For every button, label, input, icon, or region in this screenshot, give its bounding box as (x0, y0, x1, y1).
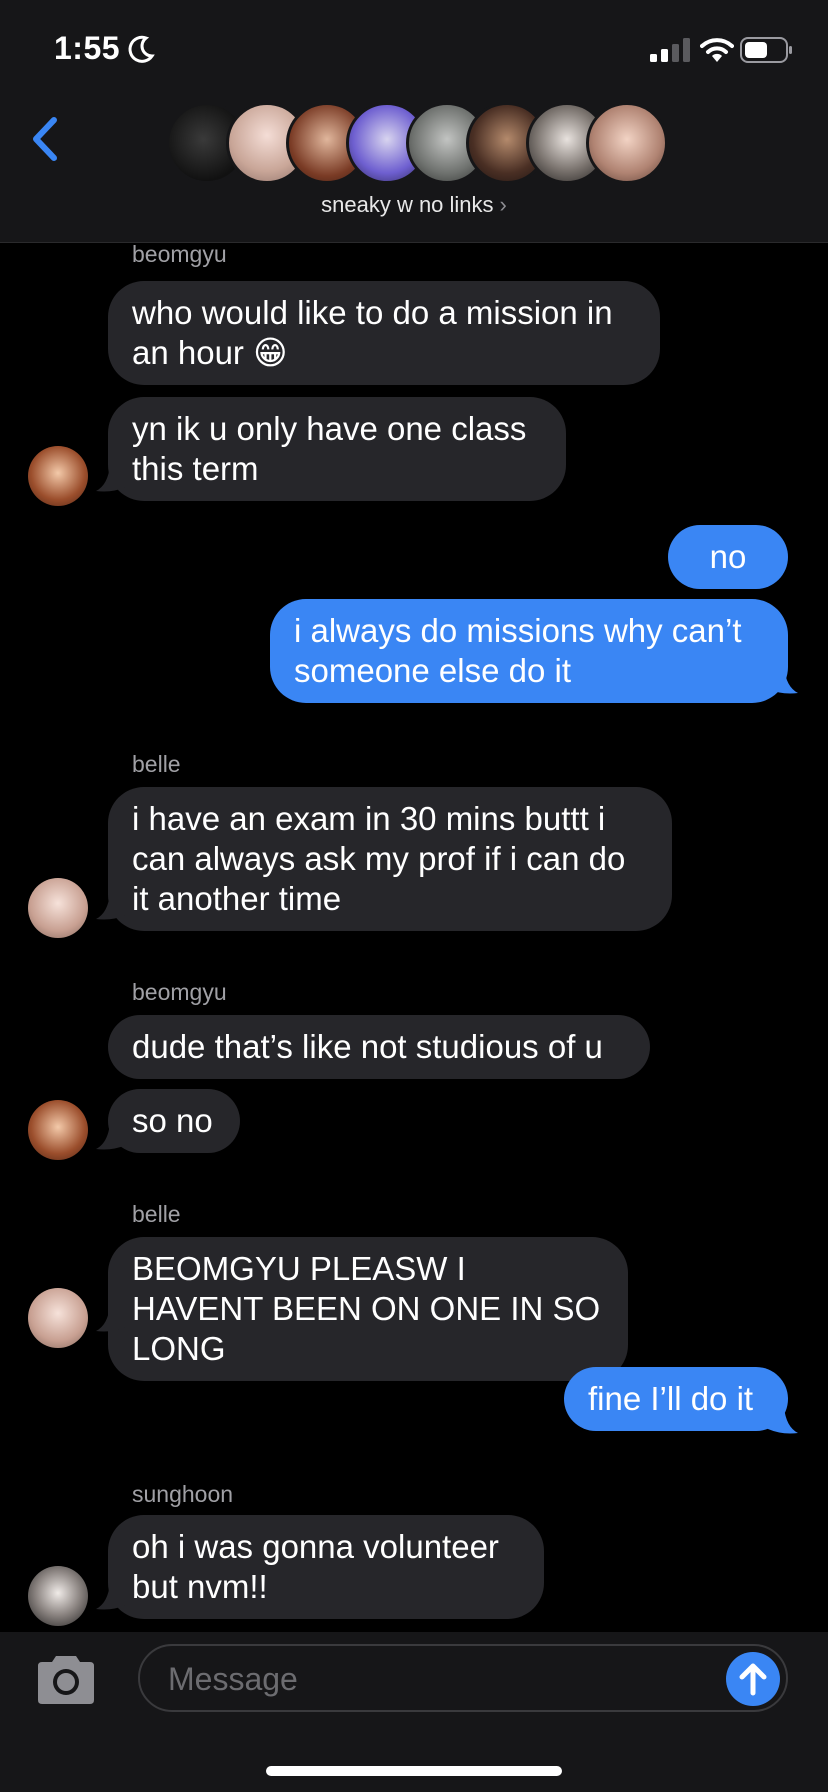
message-bubble-outgoing[interactable]: i always do missions why can’t someone e… (270, 599, 788, 703)
arrow-up-icon (739, 1663, 767, 1696)
camera-icon[interactable] (34, 1654, 98, 1706)
compose-bar (0, 1632, 828, 1792)
avatar (586, 102, 668, 184)
sender-name: sunghoon (132, 1481, 234, 1507)
battery-icon (740, 37, 792, 63)
send-button[interactable] (726, 1652, 780, 1706)
sender-name: belle (132, 751, 181, 777)
sender-avatar[interactable] (28, 1288, 88, 1348)
bubble-tail (96, 1583, 126, 1610)
message-field[interactable] (138, 1644, 788, 1712)
chevron-right-icon: › (499, 192, 507, 217)
bubble-tail (768, 667, 798, 694)
message-bubble-incoming[interactable]: so no (108, 1089, 240, 1153)
group-name[interactable]: sneaky w no links › (0, 192, 828, 218)
message-bubble-incoming[interactable]: dude that’s like not studious of u (108, 1015, 650, 1079)
sender-avatar[interactable] (28, 446, 88, 506)
group-name-label: sneaky w no links (321, 192, 494, 217)
message-bubble-outgoing[interactable]: fine I’ll do it (564, 1367, 788, 1431)
message-bubble-incoming[interactable]: BEOMGYU PLEASW I HAVENT BEEN ON ONE IN S… (108, 1237, 628, 1381)
message-input[interactable] (166, 1656, 710, 1702)
sender-avatar[interactable] (28, 1100, 88, 1160)
status-time: 1:55 (54, 30, 121, 66)
sender-avatar[interactable] (28, 878, 88, 938)
message-bubble-incoming[interactable]: oh i was gonna volunteer but nvm!! (108, 1515, 544, 1619)
message-bubble-incoming[interactable]: i have an exam in 30 mins buttt i can al… (108, 787, 672, 931)
sender-name: beomgyu (132, 979, 227, 1005)
chevron-left-icon[interactable] (28, 114, 62, 164)
bubble-tail (96, 1305, 126, 1332)
bubble-tail (96, 1123, 126, 1150)
sender-avatar[interactable] (28, 1566, 88, 1626)
sender-name: beomgyu (132, 243, 227, 267)
message-list: beomgyu who would like to do a mission i… (0, 243, 828, 1632)
message-bubble-incoming[interactable]: who would like to do a mission in an hou… (108, 281, 660, 385)
group-avatars[interactable] (166, 102, 668, 186)
message-bubble-incoming[interactable]: yn ik u only have one class this term (108, 397, 566, 501)
sender-name: belle (132, 1201, 181, 1227)
cellular-signal-icon (650, 38, 690, 62)
bubble-tail (96, 893, 126, 920)
moon-icon (128, 35, 155, 63)
bubble-tail (96, 465, 126, 492)
home-indicator[interactable] (266, 1766, 562, 1776)
wifi-icon (700, 38, 734, 62)
message-bubble-outgoing[interactable]: no (668, 525, 788, 589)
status-bar: 1:55 (0, 0, 828, 100)
conversation-header: sneaky w no links › (0, 100, 828, 243)
bubble-tail (768, 1407, 798, 1434)
